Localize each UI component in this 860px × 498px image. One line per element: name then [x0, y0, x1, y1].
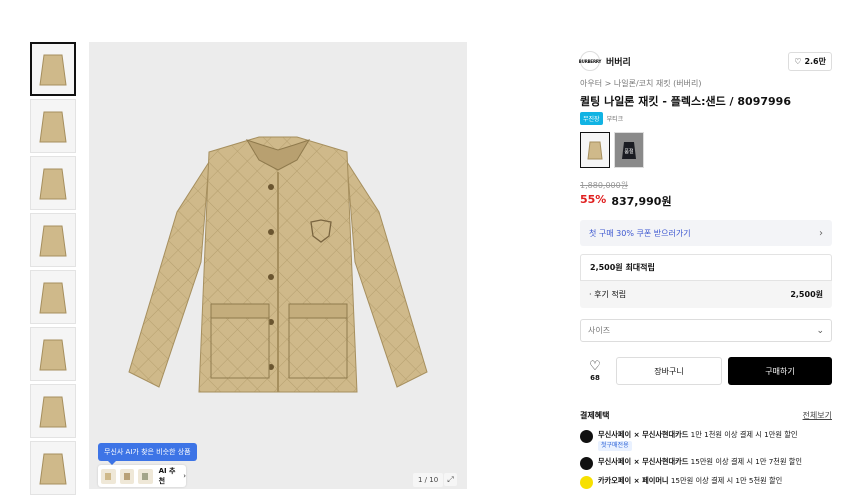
payment-benefit-text: 무신사페이 × 무신사현대카드 1만 1천원 이상 결제 시 1만원 할인첫구매…: [598, 430, 798, 452]
payment-benefit-name: 카카오페이 × 페이머니: [598, 476, 669, 486]
thumbnail-5[interactable]: [30, 270, 76, 324]
thumbnail-8[interactable]: [30, 441, 76, 495]
brand-like-button[interactable]: ♡ 2.6만: [788, 51, 832, 71]
ai-tooltip: 무신사 AI가 찾은 비슷한 상품: [98, 443, 197, 465]
heart-icon: ♡: [589, 359, 601, 374]
product-title: 퀼팅 나일론 재킷 - 플렉스:샌드 / 8097996: [580, 95, 791, 108]
kakaopay-icon: [580, 476, 593, 490]
payment-benefit-list: 무신사페이 × 무신사현대카드 1만 1천원 이상 결제 시 1만원 할인첫구매…: [580, 430, 832, 495]
jacket-illustration: [128, 136, 428, 393]
brand-row: BURBERRY 버버리 ♡ 2.6만: [579, 50, 832, 72]
color-options: 품절: [580, 132, 644, 168]
payment-benefit-desc: 1만 1천원 이상 결제 시 1만원 할인: [688, 430, 798, 439]
payment-benefit-desc: 15만원 이상 결제 시 1만 5천원 할인: [668, 476, 783, 486]
original-price: 1,880,000원: [580, 181, 629, 190]
thumbnail-jacket: [39, 339, 67, 371]
thumbnail-list: [30, 42, 80, 498]
payment-benefit-desc: 15만원 이상 결제 시 1만 7천원 할인: [688, 457, 803, 467]
thumbnail-7[interactable]: [30, 384, 76, 438]
thumbnail-jacket: [39, 54, 67, 86]
size-placeholder: 사이즈: [588, 326, 611, 335]
payment-benefit-item: 무신사페이 × 무신사현대카드 15만원 이상 결제 시 1만 7천원 할인: [580, 457, 832, 471]
sale-price: 837,990원: [611, 195, 672, 208]
color-option-sand[interactable]: [580, 132, 610, 168]
thumbnail-jacket: [39, 396, 67, 428]
top-band: [0, 0, 860, 36]
ai-recommend-button[interactable]: AI 추천 ›: [98, 465, 186, 487]
wishlist-button[interactable]: ♡ 68: [580, 359, 610, 383]
thumbnail-jacket: [39, 168, 67, 200]
points-title: 2,500원 최대적립: [580, 254, 832, 281]
payment-benefit-name: 무신사페이 × 무신사현대카드: [598, 457, 689, 467]
chevron-down-icon: ⌄: [816, 325, 824, 336]
thumbnail-1[interactable]: [30, 42, 76, 96]
wishlist-count: 68: [590, 374, 600, 382]
coupon-banner[interactable]: 첫 구매 30% 쿠폰 받으러가기 ›: [580, 220, 832, 246]
ai-thumb-2: [119, 468, 135, 484]
brand-logo[interactable]: BURBERRY: [579, 51, 601, 71]
breadcrumb[interactable]: 아우터 > 나일론/코치 재킷 (버버리): [580, 78, 702, 89]
thumbnail-jacket: [39, 111, 67, 143]
heart-icon: ♡: [794, 56, 802, 66]
chevron-right-icon: ›: [819, 227, 823, 239]
payment-benefit-item: 무신사페이 × 무신사현대카드 1만 1천원 이상 결제 시 1만원 할인첫구매…: [580, 430, 832, 452]
price-row: 55% 837,990원: [580, 193, 672, 209]
badge-mujinjang: 무진장: [580, 112, 603, 125]
main-product-image[interactable]: [89, 42, 467, 489]
thumbnail-jacket: [39, 453, 67, 485]
payment-title: 결제혜택: [580, 411, 610, 420]
soldout-label: 품절: [624, 149, 634, 155]
product-page: 무신사 AI가 찾은 비슷한 상품 AI 추천 › 1 / 10 ⤢ BURBE…: [0, 0, 860, 495]
view-all-link[interactable]: 전체보기: [803, 410, 832, 421]
brand-like-count: 2.6만: [804, 56, 826, 66]
musinsapay-icon: [580, 430, 593, 443]
size-select[interactable]: 사이즈 ⌄: [580, 319, 832, 342]
points-box: 2,500원 최대적립 · 후기 적립 2,500원: [580, 254, 832, 308]
chevron-right-icon: ›: [183, 472, 187, 480]
ai-recommend-label: AI 추천: [158, 467, 176, 485]
cart-button[interactable]: 장바구니: [616, 357, 722, 385]
thumbnail-jacket: [39, 282, 67, 314]
thumbnail-3[interactable]: [30, 156, 76, 210]
thumbnail-6[interactable]: [30, 327, 76, 381]
product-info-panel: BURBERRY 버버리 ♡ 2.6만 아우터 > 나일론/코치 재킷 (버버리…: [570, 42, 840, 490]
musinsapay-icon: [580, 457, 593, 471]
payment-benefit-name: 무신사페이 × 무신사현대카드: [598, 430, 689, 439]
color-option-black[interactable]: 품절: [614, 132, 644, 168]
first-purchase-tag: 첫구매전용: [598, 441, 632, 452]
points-row-value: 2,500원: [790, 290, 823, 299]
payment-benefit-item: 카카오페이 × 페이머니 15만원 이상 결제 시 1만 5천원 할인: [580, 476, 832, 490]
thumbnail-4[interactable]: [30, 213, 76, 267]
buy-button[interactable]: 구매하기: [728, 357, 832, 385]
action-row: ♡ 68 장바구니 구매하기: [580, 355, 832, 387]
payment-benefit-text: 무신사페이 × 무신사현대카드 15만원 이상 결제 시 1만 7천원 할인: [598, 457, 802, 467]
thumbnail-2[interactable]: [30, 99, 76, 153]
brand-name[interactable]: 버버리: [606, 55, 631, 68]
expand-icon[interactable]: ⤢: [444, 473, 457, 486]
discount-rate: 55%: [580, 193, 607, 206]
ai-thumb-3: [138, 468, 153, 484]
badge-row: 무진장 부티크: [580, 112, 623, 125]
coupon-text: 첫 구매 30% 쿠폰 받으러가기: [589, 228, 691, 238]
payment-benefit-text: 카카오페이 × 페이머니 15만원 이상 결제 시 1만 5천원 할인: [598, 476, 782, 486]
payment-benefits-header: 결제혜택 전체보기: [580, 410, 832, 421]
points-row-label: · 후기 적립: [589, 290, 627, 299]
points-row: · 후기 적립 2,500원: [589, 289, 823, 300]
ai-thumb-1: [101, 468, 116, 484]
badge-boutique: 부티크: [606, 116, 624, 123]
thumbnail-jacket: [39, 225, 67, 257]
image-counter: 1 / 10: [413, 473, 444, 487]
